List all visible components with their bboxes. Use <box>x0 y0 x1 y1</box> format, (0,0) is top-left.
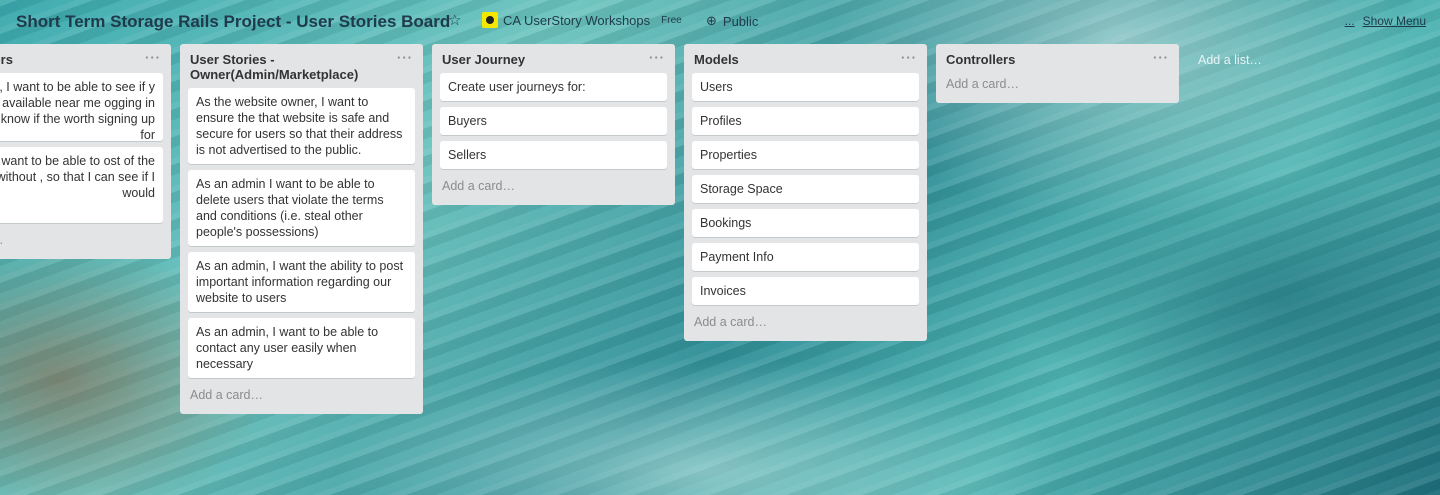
card-text: Sellers <box>448 148 487 162</box>
list-title: User Stories - Owner(Admin/Marketplace) <box>190 52 359 82</box>
list-controllers: Controllers ··· Add a card… <box>936 44 1179 103</box>
list-card[interactable]: er, I want to be able to ost of the webs… <box>0 147 163 223</box>
card-text: Storage Space <box>700 182 783 196</box>
list-menu-icon[interactable]: ··· <box>145 50 161 65</box>
list-card[interactable]: Storage Space <box>692 175 919 203</box>
add-card-button[interactable]: Add a card… <box>440 175 667 199</box>
visibility-button[interactable]: ⊕ Public <box>706 13 758 29</box>
list-header[interactable]: Models ··· <box>692 44 919 73</box>
list-card[interactable]: er, I want to be able to see if y storag… <box>0 73 163 141</box>
list-title: Models <box>694 52 739 67</box>
list-card[interactable]: Profiles <box>692 107 919 135</box>
list-menu-icon[interactable]: ··· <box>649 50 665 65</box>
list-header[interactable]: User Stories - Owner(Admin/Marketplace) … <box>188 44 415 88</box>
card-text: As an admin, I want to be able to contac… <box>196 325 379 371</box>
list-user-journey: User Journey ··· Create user journeys fo… <box>432 44 675 205</box>
list-header[interactable]: Controllers ··· <box>944 44 1171 73</box>
list-card[interactable]: As an admin, I want the ability to post … <box>188 252 415 312</box>
menu-dots-icon: ... <box>1344 14 1355 28</box>
list-owner-stories: User Stories - Owner(Admin/Marketplace) … <box>180 44 423 414</box>
card-text: Create user journeys for: <box>448 80 586 94</box>
list-card[interactable]: As the website owner, I want to ensure t… <box>188 88 415 164</box>
card-text: Invoices <box>700 284 746 298</box>
add-card-button[interactable]: Add a card… <box>944 73 1171 97</box>
card-text: er, I want to be able to ost of the webs… <box>0 154 155 200</box>
team-name: CA UserStory Workshops <box>503 12 651 28</box>
card-text: As an admin, I want the ability to post … <box>196 259 404 305</box>
team-button[interactable]: CA UserStory Workshops Free <box>482 12 682 28</box>
card-text: Profiles <box>700 114 742 128</box>
star-icon[interactable]: ☆ <box>448 11 461 29</box>
board-title[interactable]: Short Term Storage Rails Project - User … <box>16 12 450 32</box>
team-logo <box>482 12 498 28</box>
card-text: Bookings <box>700 216 752 230</box>
list-card[interactable]: Properties <box>692 141 919 169</box>
card-text: Payment Info <box>700 250 774 264</box>
list-card[interactable]: Sellers <box>440 141 667 169</box>
list-menu-icon[interactable]: ··· <box>1153 50 1169 65</box>
list-title: es - Viewers <box>0 52 13 67</box>
card-text: As an admin I want to be able to delete … <box>196 177 384 239</box>
card-text: er, I want to be able to see if y storag… <box>0 80 155 141</box>
list-card[interactable]: Create user journeys for: <box>440 73 667 101</box>
visibility-label: Public <box>722 13 759 29</box>
card-text: Buyers <box>448 114 487 128</box>
list-menu-icon[interactable]: ··· <box>901 50 917 65</box>
card-text: Users <box>700 80 733 94</box>
plan-badge: Free <box>661 14 682 26</box>
card-text: As the website owner, I want to ensure t… <box>196 95 403 157</box>
list-models: Models ··· Users Profiles Properties Sto… <box>684 44 927 341</box>
card-text: Properties <box>700 148 757 162</box>
list-card[interactable]: Payment Info <box>692 243 919 271</box>
list-menu-icon[interactable]: ··· <box>397 50 413 65</box>
globe-icon: ⊕ <box>706 13 717 28</box>
list-viewers: es - Viewers ··· er, I want to be able t… <box>0 44 171 259</box>
list-card[interactable]: Invoices <box>692 277 919 305</box>
list-title: User Journey <box>442 52 526 67</box>
add-card-button[interactable]: Add a card… <box>692 311 919 335</box>
list-card[interactable]: As an admin, I want to be able to contac… <box>188 318 415 378</box>
list-title: Controllers <box>946 52 1016 67</box>
list-header[interactable]: User Journey ··· <box>440 44 667 73</box>
board-header: Short Term Storage Rails Project - User … <box>0 0 1440 44</box>
show-menu-label: Show Menu <box>1362 14 1426 28</box>
add-card-button[interactable]: Add a card… <box>188 384 415 408</box>
list-card[interactable]: Users <box>692 73 919 101</box>
list-card[interactable]: Buyers <box>440 107 667 135</box>
add-card-button[interactable]: ... <box>0 229 163 253</box>
add-list-button[interactable]: Add a list… <box>1198 53 1262 67</box>
show-menu-button[interactable]: ... Show Menu <box>1345 14 1426 28</box>
list-card[interactable]: Bookings <box>692 209 919 237</box>
list-card[interactable]: As an admin I want to be able to delete … <box>188 170 415 246</box>
list-header[interactable]: es - Viewers ··· <box>0 44 163 73</box>
